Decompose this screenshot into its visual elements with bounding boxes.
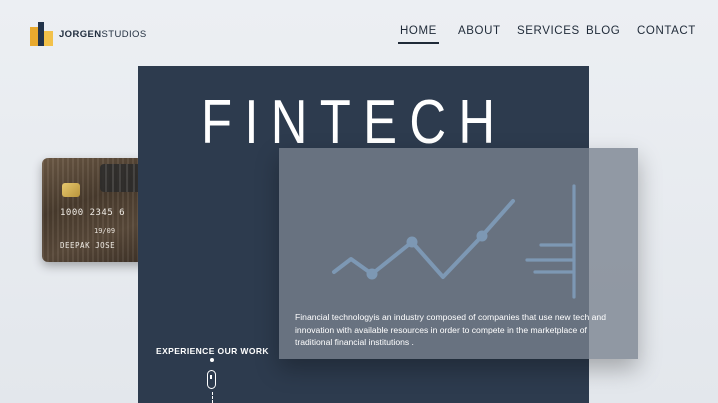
scroll-line [211,392,213,403]
card-expiry: 19/09 [94,227,116,235]
main-nav: HOME ABOUT SERVICES BLOG CONTACT [0,25,718,45]
mouse-scroll-icon[interactable] [207,370,216,389]
experience-link[interactable]: EXPERIENCE OUR WORK [156,346,269,356]
trend-point [366,268,378,280]
trend-point [476,230,488,242]
nav-about[interactable]: ABOUT [458,25,501,37]
nav-home[interactable]: HOME [398,25,439,44]
hero-description: Financial technologyis an industry compo… [295,312,606,347]
credit-card-chip-icon [62,183,80,197]
nav-blog[interactable]: BLOG [586,25,620,37]
hero-title: FINTECH [201,88,508,157]
nav-contact[interactable]: CONTACT [637,25,696,37]
card-holder: DEEPAK JOSE [60,241,116,250]
card-number: 1000 2345 6 [60,208,126,218]
credit-card-image: 1000 2345 6 19/09 DEEPAK JOSE [42,158,152,262]
nav-services[interactable]: SERVICES [517,25,580,37]
info-overlay: Financial technologyis an industry compo… [279,148,638,359]
trend-point [406,236,418,248]
bar-chart-icon [525,184,576,299]
scroll-dot [210,358,214,362]
